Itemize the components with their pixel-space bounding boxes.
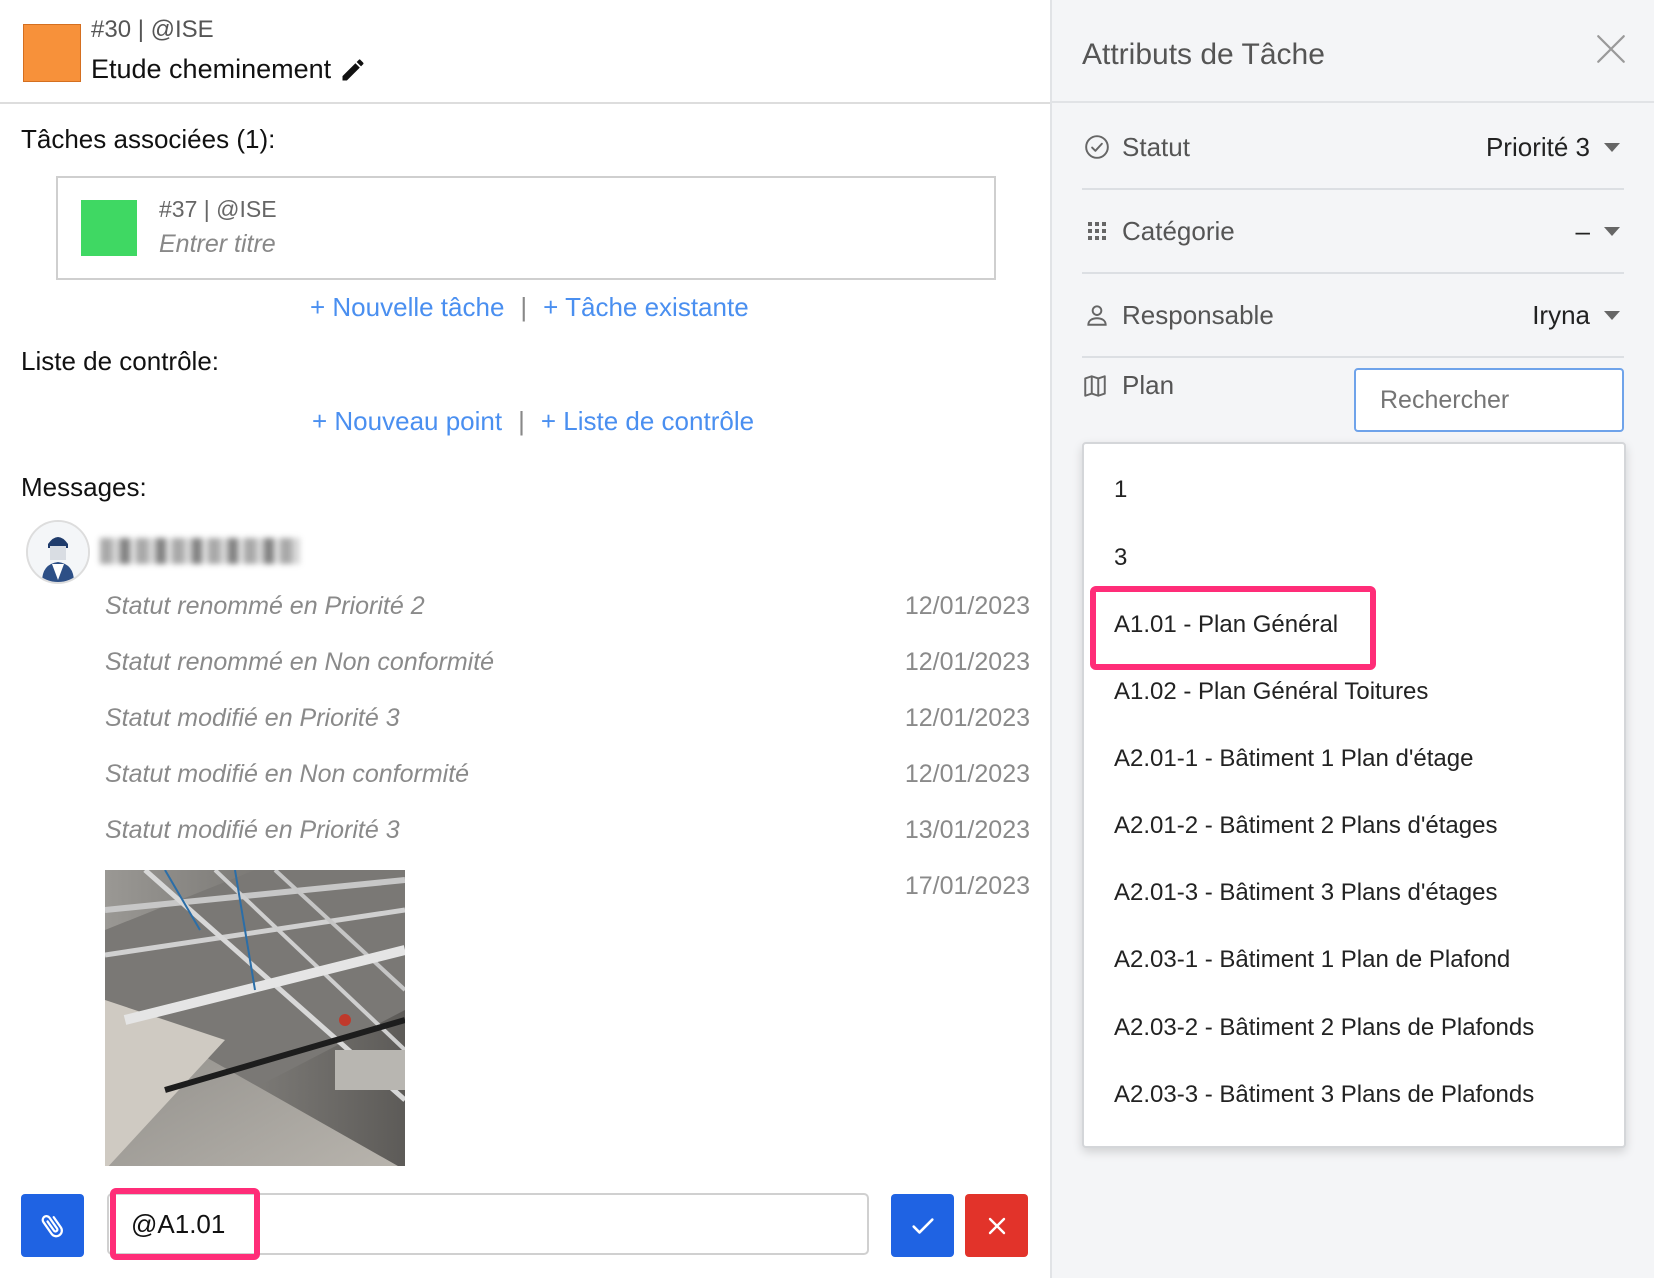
message-date: 12/01/2023 xyxy=(904,592,1030,620)
mention-highlight-box xyxy=(110,1188,260,1260)
message-text: Statut modifié en Non conformité xyxy=(105,760,470,788)
task-header: #30 | @ISE Etude cheminement xyxy=(0,0,1050,104)
related-tasks-heading: Tâches associées (1): xyxy=(21,124,276,154)
message-text: Statut modifié en Priorité 3 xyxy=(105,704,400,732)
attribute-row-plan: Plan xyxy=(1082,370,1174,401)
send-message-button[interactable] xyxy=(891,1194,954,1257)
blurred-username xyxy=(100,538,300,564)
chevron-down-icon[interactable] xyxy=(1604,310,1620,320)
grid-icon xyxy=(1082,216,1112,246)
related-task-actions: + Nouvelle tâche | + Tâche existante xyxy=(310,292,749,323)
new-task-link[interactable]: + Nouvelle tâche xyxy=(310,292,504,323)
edit-pencil-icon[interactable] xyxy=(339,56,367,84)
attribute-row-responsable[interactable]: Responsable Iryna xyxy=(1082,274,1624,358)
panel-divider xyxy=(1052,101,1654,103)
chevron-down-icon[interactable] xyxy=(1604,226,1620,236)
message-entry: Statut modifié en Priorité 3 12/01/2023 xyxy=(105,704,1030,733)
task-title-text: Etude cheminement xyxy=(91,54,332,84)
photo-message-date: 17/01/2023 xyxy=(904,872,1030,900)
related-task-card[interactable]: #37 | @ISE Entrer titre xyxy=(56,176,996,280)
plan-option[interactable]: A1.02 - Plan Général Toitures xyxy=(1114,678,1428,706)
person-icon xyxy=(1082,300,1112,330)
new-point-link[interactable]: + Nouveau point xyxy=(312,406,502,437)
message-text: Statut modifié en Priorité 3 xyxy=(105,816,400,844)
attach-file-button[interactable] xyxy=(21,1194,84,1257)
avatar xyxy=(26,520,90,584)
message-date: 12/01/2023 xyxy=(904,648,1030,676)
plan-option[interactable]: A2.03-1 - Bâtiment 1 Plan de Plafond xyxy=(1114,946,1510,974)
option-highlight-box xyxy=(1090,586,1376,670)
message-entry: Statut modifié en Non conformité 12/01/2… xyxy=(105,760,1030,789)
paperclip-icon xyxy=(41,1214,63,1237)
plan-option[interactable]: A2.03-2 - Bâtiment 2 Plans de Plafonds xyxy=(1114,1014,1534,1042)
related-task-title-placeholder[interactable]: Entrer titre xyxy=(159,230,276,259)
task-attributes-panel: Attributs de Tâche Statut Priorité 3 Cat… xyxy=(1050,0,1654,1278)
cancel-message-button[interactable] xyxy=(965,1194,1028,1257)
plan-option[interactable]: A2.01-2 - Bâtiment 2 Plans d'étages xyxy=(1114,812,1497,840)
chevron-down-icon[interactable] xyxy=(1604,142,1620,152)
plan-option[interactable]: A2.03-3 - Bâtiment 3 Plans de Plafonds xyxy=(1114,1081,1534,1109)
check-circle-icon xyxy=(1082,132,1112,162)
message-text: Statut renommé en Non conformité xyxy=(105,648,495,676)
attribute-label: Statut xyxy=(1122,131,1190,162)
panel-title: Attributs de Tâche xyxy=(1082,38,1325,71)
attribute-value[interactable]: Iryna xyxy=(1532,300,1590,331)
message-entry: Statut renommé en Non conformité 12/01/2… xyxy=(105,648,1030,677)
message-text: Statut renommé en Priorité 2 xyxy=(105,592,425,620)
plan-option[interactable]: A2.01-3 - Bâtiment 3 Plans d'étages xyxy=(1114,879,1497,907)
plan-option[interactable]: 3 xyxy=(1114,544,1127,572)
message-date: 12/01/2023 xyxy=(904,704,1030,732)
message-entry: Statut renommé en Priorité 2 12/01/2023 xyxy=(105,592,1030,621)
separator: | xyxy=(518,406,525,436)
ceiling-photo-image[interactable] xyxy=(105,870,405,1166)
attribute-value[interactable]: Priorité 3 xyxy=(1486,132,1590,163)
task-detail-pane: #30 | @ISE Etude cheminement Tâches asso… xyxy=(0,0,1050,1278)
messages-heading: Messages: xyxy=(21,472,147,502)
plan-search-input[interactable] xyxy=(1354,368,1624,432)
plan-option[interactable]: 1 xyxy=(1114,476,1127,504)
user-avatar-icon xyxy=(28,522,88,582)
map-icon xyxy=(1082,371,1112,401)
checkmark-icon xyxy=(911,1217,934,1234)
close-icon xyxy=(988,1217,1005,1234)
close-panel-icon[interactable] xyxy=(1594,32,1628,66)
attribute-row-statut[interactable]: Statut Priorité 3 xyxy=(1082,106,1624,190)
message-date: 13/01/2023 xyxy=(904,816,1030,844)
attribute-label: Catégorie xyxy=(1122,215,1235,246)
message-date: 12/01/2023 xyxy=(904,760,1030,788)
plan-option[interactable]: A2.01-1 - Bâtiment 1 Plan d'étage xyxy=(1114,745,1473,773)
task-color-swatch[interactable] xyxy=(23,24,81,82)
checklist-heading: Liste de contrôle: xyxy=(21,346,220,376)
attribute-value[interactable]: – xyxy=(1576,216,1590,247)
checklist-actions: + Nouveau point | + Liste de contrôle xyxy=(312,406,754,437)
task-title[interactable]: Etude cheminement xyxy=(91,54,367,85)
existing-task-link[interactable]: + Tâche existante xyxy=(543,292,749,323)
message-entry: Statut modifié en Priorité 3 13/01/2023 xyxy=(105,816,1030,845)
plan-label: Plan xyxy=(1122,370,1175,400)
related-task-meta: #37 | @ISE xyxy=(159,196,277,222)
attribute-row-categorie[interactable]: Catégorie – xyxy=(1082,190,1624,274)
task-meta: #30 | @ISE xyxy=(91,16,214,43)
related-task-color-swatch[interactable] xyxy=(81,200,137,256)
attribute-label: Responsable xyxy=(1122,299,1274,330)
checklist-link[interactable]: + Liste de contrôle xyxy=(541,406,754,437)
separator: | xyxy=(520,292,528,322)
plan-dropdown-list: 1 3 A1.01 - Plan Général A1.02 - Plan Gé… xyxy=(1082,442,1626,1148)
